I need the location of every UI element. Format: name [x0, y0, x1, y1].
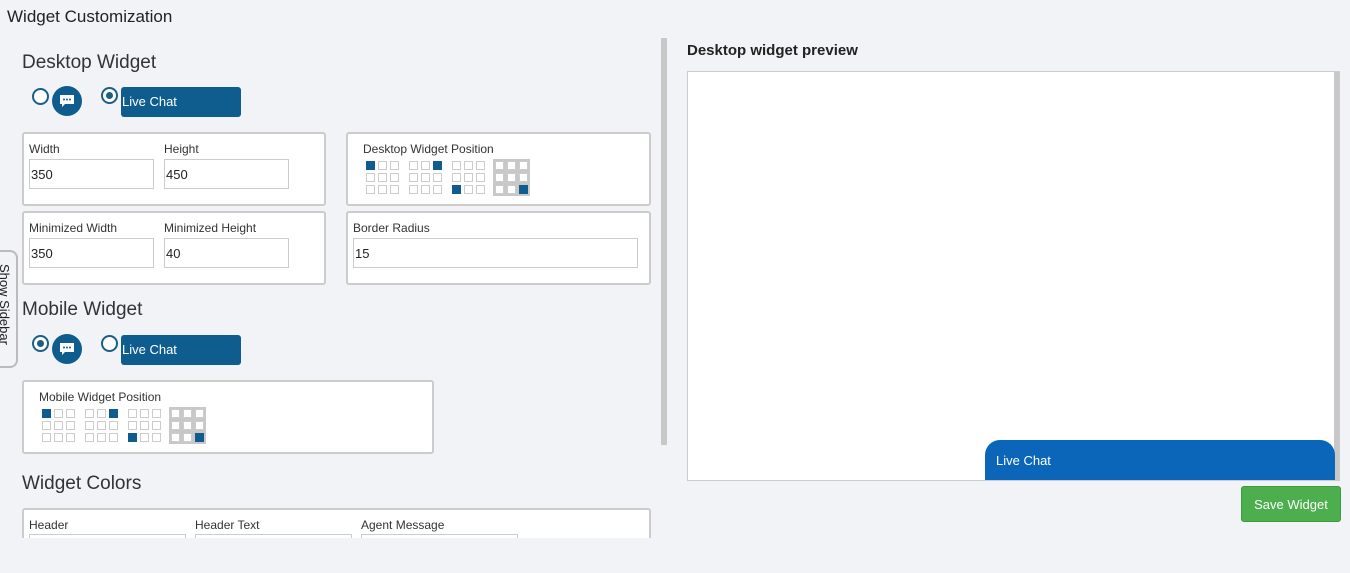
- min-height-input[interactable]: [164, 238, 289, 268]
- colors-box: Header Header Text Agent Message: [22, 508, 651, 538]
- preview-chat-tab[interactable]: Live Chat: [985, 440, 1335, 480]
- mobile-bubble-radio[interactable]: [32, 335, 49, 352]
- mobile-pos-top-right[interactable]: [83, 407, 120, 444]
- chat-bubble-icon: [60, 343, 74, 355]
- width-input[interactable]: [29, 159, 154, 189]
- save-widget-button[interactable]: Save Widget: [1241, 486, 1341, 522]
- desktop-position-label: Desktop Widget Position: [363, 142, 494, 156]
- settings-scrollbar-thumb[interactable]: [661, 38, 667, 445]
- header-text-color-label: Header Text: [195, 518, 260, 532]
- mobile-pos-top-left[interactable]: [40, 407, 77, 444]
- page-title: Widget Customization: [7, 7, 173, 26]
- mobile-tab-radio[interactable]: [101, 335, 118, 352]
- mobile-tab-option[interactable]: Live Chat: [121, 335, 241, 365]
- border-radius-label: Border Radius: [353, 221, 430, 235]
- mobile-pos-bottom-right[interactable]: [169, 407, 206, 444]
- mobile-pos-bottom-left[interactable]: [126, 407, 163, 444]
- border-radius-input[interactable]: [353, 238, 638, 268]
- preview-title: Desktop widget preview: [687, 42, 858, 59]
- mobile-bubble-option[interactable]: [52, 334, 82, 364]
- show-sidebar-label: Show Sidebar: [0, 264, 12, 345]
- show-sidebar-toggle[interactable]: Show Sidebar: [0, 250, 18, 368]
- header-color-label: Header: [29, 518, 69, 532]
- desktop-position-box: Desktop Widget Position: [346, 132, 651, 206]
- preview-scrollbar[interactable]: [1334, 72, 1339, 480]
- desktop-size-box: Width Height: [22, 132, 326, 206]
- desktop-pos-top-right[interactable]: [407, 159, 444, 196]
- preview-frame: Live Chat: [687, 71, 1340, 481]
- desktop-tab-radio[interactable]: [101, 87, 118, 104]
- settings-pane: Desktop Widget Live Chat Width Height De…: [0, 38, 668, 538]
- width-label: Width: [29, 142, 60, 156]
- border-radius-box: Border Radius: [346, 211, 651, 285]
- min-width-input[interactable]: [29, 238, 154, 268]
- mobile-position-label: Mobile Widget Position: [39, 390, 162, 404]
- desktop-pos-bottom-right[interactable]: [493, 159, 530, 196]
- desktop-tab-option[interactable]: Live Chat: [121, 87, 241, 117]
- colors-section-title: Widget Colors: [22, 473, 142, 494]
- chat-bubble-icon: [60, 95, 74, 107]
- height-label: Height: [164, 142, 199, 156]
- mobile-section-title: Mobile Widget: [22, 299, 143, 320]
- mobile-position-box: Mobile Widget Position: [22, 380, 434, 454]
- min-height-label: Minimized Height: [164, 221, 257, 235]
- agent-message-color-input[interactable]: [361, 534, 518, 538]
- header-color-input[interactable]: [29, 534, 186, 538]
- header-text-color-input[interactable]: [195, 534, 352, 538]
- height-input[interactable]: [164, 159, 289, 189]
- desktop-pos-bottom-left[interactable]: [450, 159, 487, 196]
- min-width-label: Minimized Width: [29, 221, 118, 235]
- desktop-bubble-option[interactable]: [52, 86, 82, 116]
- desktop-minimized-box: Minimized Width Minimized Height: [22, 211, 326, 285]
- desktop-bubble-radio[interactable]: [32, 88, 49, 105]
- desktop-pos-top-left[interactable]: [364, 159, 401, 196]
- desktop-section-title: Desktop Widget: [22, 52, 157, 73]
- agent-message-color-label: Agent Message: [361, 518, 445, 532]
